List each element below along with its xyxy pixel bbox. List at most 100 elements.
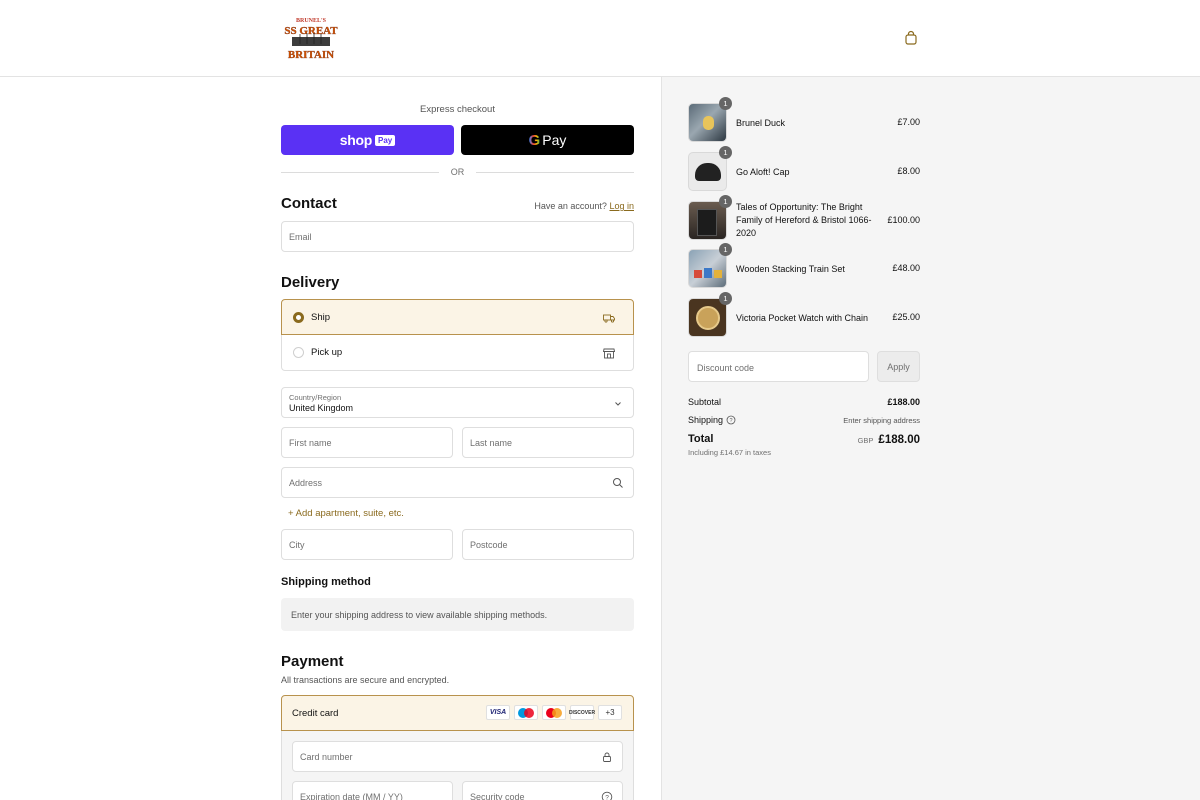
svg-text:BRITAIN: BRITAIN	[288, 49, 334, 61]
item-name: Go Aloft! Cap	[736, 167, 790, 177]
shipping-method-notice: Enter your shipping address to view avai…	[281, 598, 634, 631]
google-pay-button[interactable]: G Pay	[461, 125, 634, 155]
chevron-down-icon	[615, 402, 621, 406]
taxes-note: Including £14.67 in taxes	[688, 448, 771, 457]
country-label: Country/Region	[289, 393, 342, 402]
postcode-placeholder: Postcode	[470, 540, 508, 550]
item-price: £7.00	[897, 117, 920, 127]
order-item: 1 Wooden Stacking Train Set £48.00	[688, 243, 920, 289]
shipping-value: Enter shipping address	[843, 416, 920, 425]
credit-card-label: Credit card	[292, 708, 339, 719]
address-placeholder: Address	[289, 478, 323, 488]
shipping-row: Shipping ? Enter shipping address	[688, 415, 920, 425]
email-field[interactable]: Email	[281, 221, 634, 252]
or-text: OR	[450, 167, 465, 177]
payment-security-note: All transactions are secure and encrypte…	[281, 675, 450, 685]
total-amount: GBP £188.00	[858, 434, 920, 446]
quantity-badge: 1	[719, 243, 732, 256]
svg-text:SS GREAT: SS GREAT	[284, 25, 338, 37]
delivery-title: Delivery	[281, 274, 340, 291]
last-name-placeholder: Last name	[470, 438, 513, 448]
more-cards-badge: +3	[598, 705, 622, 720]
discount-placeholder: Discount code	[697, 363, 755, 373]
city-field[interactable]: City	[281, 529, 453, 560]
card-number-placeholder: Card number	[300, 752, 353, 762]
pickup-radio[interactable]	[293, 347, 304, 358]
first-name-placeholder: First name	[289, 438, 332, 448]
postcode-field[interactable]: Postcode	[462, 529, 634, 560]
order-item: 1 Tales of Opportunity: The Bright Famil…	[688, 195, 920, 241]
delivery-option-pickup[interactable]: Pick up	[281, 335, 634, 371]
total-row: Total GBP £188.00	[688, 433, 920, 446]
delivery-option-ship[interactable]: Ship	[281, 299, 634, 335]
last-name-field[interactable]: Last name	[462, 427, 634, 458]
pickup-label: Pick up	[311, 347, 343, 358]
svg-text:?: ?	[729, 418, 732, 424]
item-name: Brunel Duck	[736, 118, 786, 128]
quantity-badge: 1	[719, 195, 732, 208]
address-field[interactable]: Address	[281, 467, 634, 498]
item-price: £48.00	[892, 263, 920, 273]
header: BRUNEL'S SS GREAT BRITAIN	[0, 0, 1200, 77]
item-price: £25.00	[892, 312, 920, 322]
shipping-method-note: Enter your shipping address to view avai…	[291, 610, 548, 620]
city-placeholder: City	[289, 540, 305, 550]
expiry-field[interactable]: Expiration date (MM / YY)	[292, 781, 453, 800]
item-name: Wooden Stacking Train Set	[736, 264, 845, 274]
login-link[interactable]: Log in	[609, 201, 634, 211]
shipping-method-title: Shipping method	[281, 576, 371, 588]
card-number-field[interactable]: Card number	[292, 741, 623, 772]
discount-code-input[interactable]: Discount code	[688, 351, 869, 382]
total-value: £188.00	[878, 434, 920, 446]
shop-pay-button[interactable]: shop Pay	[281, 125, 454, 155]
apply-discount-button[interactable]: Apply	[877, 351, 920, 382]
credit-card-option[interactable]: Credit card VISA DISCOVER +3	[281, 695, 634, 731]
discover-icon: DISCOVER	[569, 705, 595, 720]
expiry-placeholder: Expiration date (MM / YY)	[300, 792, 403, 800]
currency-code: GBP	[857, 436, 874, 445]
shop-pay-badge: Pay	[375, 134, 396, 146]
mastercard-icon	[542, 705, 566, 720]
shop-pay-brand: shop	[339, 132, 373, 148]
quantity-badge: 1	[719, 292, 732, 305]
ss-great-britain-logo[interactable]: BRUNEL'S SS GREAT BRITAIN	[282, 14, 340, 62]
ship-radio[interactable]	[293, 312, 304, 323]
payment-title: Payment	[281, 653, 344, 670]
add-apartment-link[interactable]: + Add apartment, suite, etc.	[288, 508, 404, 519]
order-item: 1 Go Aloft! Cap £8.00	[688, 146, 920, 192]
email-placeholder: Email	[289, 232, 312, 242]
truck-icon	[603, 314, 615, 323]
subtotal-label: Subtotal	[688, 397, 722, 407]
express-checkout-label: Express checkout	[420, 104, 495, 115]
item-price: £100.00	[887, 215, 920, 225]
quantity-badge: 1	[719, 97, 732, 110]
quantity-badge: 1	[719, 146, 732, 159]
shopping-bag-icon[interactable]	[903, 30, 919, 46]
country-value: United Kingdom	[289, 403, 354, 413]
order-item: 1 Victoria Pocket Watch with Chain £25.0…	[688, 292, 920, 338]
svg-text:?: ?	[605, 794, 609, 800]
order-item: 1 Brunel Duck £7.00	[688, 97, 920, 143]
first-name-field[interactable]: First name	[281, 427, 453, 458]
security-code-placeholder: Security code	[470, 792, 525, 800]
item-name: Victoria Pocket Watch with Chain	[736, 313, 869, 323]
item-price: £8.00	[897, 166, 920, 176]
help-circle-icon[interactable]: ?	[726, 415, 736, 425]
help-circle-icon[interactable]: ?	[601, 791, 613, 800]
subtotal-row: Subtotal £188.00	[688, 397, 920, 407]
or-divider: OR	[281, 166, 634, 178]
subtotal-value: £188.00	[887, 397, 920, 407]
country-select[interactable]: Country/Region United Kingdom	[281, 387, 634, 418]
maestro-icon	[514, 705, 538, 720]
contact-title: Contact	[281, 195, 337, 212]
card-brand-logos: VISA DISCOVER +3	[486, 705, 622, 720]
account-prompt-text: Have an account?	[534, 201, 607, 211]
search-icon	[613, 478, 623, 488]
account-prompt: Have an account? Log in	[460, 201, 634, 211]
item-name: Tales of Opportunity: The Bright Family …	[736, 202, 872, 238]
google-pay-label: Pay	[542, 132, 567, 148]
security-code-field[interactable]: Security code ?	[462, 781, 623, 800]
svg-text:BRUNEL'S: BRUNEL'S	[296, 18, 327, 24]
ship-label: Ship	[311, 312, 331, 323]
total-label: Total	[688, 433, 714, 445]
